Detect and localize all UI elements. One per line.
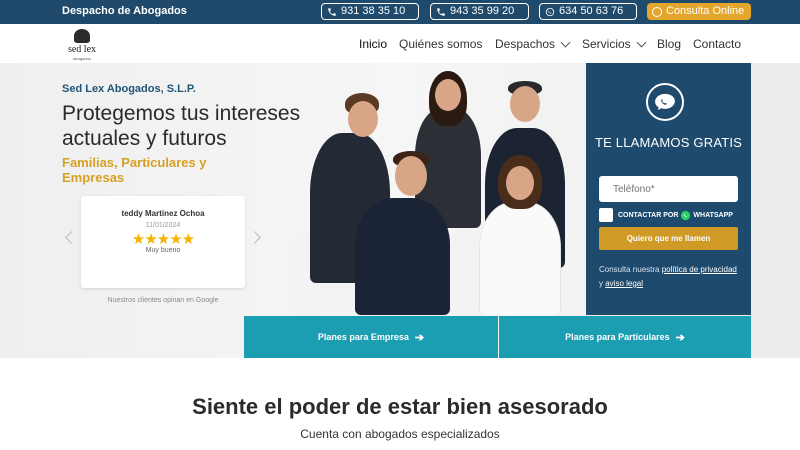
- privacy-prefix: Consulta nuestra: [599, 265, 660, 274]
- nav-item-despachos[interactable]: Despachos: [495, 37, 571, 51]
- whatsapp-link[interactable]: 634 50 63 76: [539, 3, 637, 20]
- person-head: [395, 156, 427, 196]
- phone-field[interactable]: [599, 176, 738, 202]
- review-author: teddy Martinez Ochoa: [121, 209, 205, 218]
- chat-bubble-icon: [646, 83, 684, 121]
- google-reviews-note: Nuestros clientes opinan en Google: [107, 297, 219, 304]
- phone-icon: [328, 7, 336, 16]
- plans-empresa-label: Planes para Empresa: [317, 332, 409, 342]
- person-suit: [355, 198, 450, 315]
- review-stars: ★★★★★: [131, 231, 195, 248]
- nav-item-servicios[interactable]: Servicios: [582, 37, 647, 51]
- plans-empresa-button[interactable]: Planes para Empresa ➔: [244, 316, 498, 358]
- nav-item-label: Inicio: [359, 37, 388, 51]
- person-head: [510, 86, 540, 122]
- consulta-online-label: Consulta Online: [666, 5, 745, 17]
- review-rating-text: Muy bueno: [145, 247, 181, 254]
- nav-item-inicio[interactable]: Inicio: [359, 37, 387, 51]
- nav-item-label: Blog: [657, 37, 682, 51]
- person-head: [348, 101, 378, 137]
- logo-sub: abogados: [73, 56, 91, 61]
- section-subtitle: Cuenta con abogados especializados: [300, 427, 500, 441]
- privacy-note: Consulta nuestra política de privacidad …: [599, 263, 739, 291]
- firm-name: Sed Lex Abogados, S.L.P.: [62, 83, 196, 95]
- whatsapp-label-prefix: CONTACTAR POR: [618, 211, 679, 219]
- site-logo[interactable]: sed lex abogados: [62, 29, 102, 61]
- nav-item-label: Servicios: [582, 37, 631, 51]
- arrow-right-icon: ➔: [414, 331, 425, 344]
- top-bar: Despacho de Abogados 931 38 35 10 943 35…: [0, 0, 800, 24]
- chevron-down-icon: [560, 37, 571, 47]
- nav-item-label: Despachos: [495, 37, 556, 51]
- phone-icon: [437, 7, 445, 16]
- person-head: [435, 79, 461, 111]
- phone-link-2[interactable]: 943 35 99 20: [430, 3, 529, 20]
- plans-particulares-button[interactable]: Planes para Particulares ➔: [499, 316, 751, 358]
- nav-item-quienes-somos[interactable]: Quiénes somos: [399, 37, 482, 51]
- nav-item-contacto[interactable]: Contacto: [693, 37, 741, 51]
- whatsapp-checkbox[interactable]: [599, 208, 613, 222]
- chevron-down-icon: [636, 37, 647, 47]
- section-title: Siente el poder de estar bien asesorado: [192, 394, 608, 419]
- phone-link-1[interactable]: 931 38 35 10: [321, 3, 419, 20]
- legal-notice-link[interactable]: aviso legal: [605, 279, 643, 288]
- nav-item-label: Quiénes somos: [399, 37, 483, 51]
- arrow-right-icon: ➔: [675, 331, 685, 344]
- hero-tagline: Familias, Particulares y Empresas: [62, 155, 207, 185]
- team-photo: [290, 63, 586, 315]
- person-blouse: [480, 203, 560, 315]
- callback-title: TE LLAMAMOS GRATIS: [594, 135, 743, 150]
- whatsapp-icon: [681, 210, 691, 220]
- tree-logo-icon: [74, 29, 90, 43]
- callback-panel: TE LLAMAMOS GRATIS CONTACTAR POR WHATSAP…: [586, 63, 751, 315]
- plans-particulares-label: Planes para Particulares: [565, 332, 670, 342]
- whatsapp-icon: [545, 7, 555, 16]
- whatsapp-number: 634 50 63 76: [559, 5, 624, 17]
- person-head: [506, 166, 534, 200]
- whatsapp-label: WHATSAPP: [693, 211, 733, 219]
- logo-name: sed lex: [67, 44, 97, 55]
- consulta-online-button[interactable]: Consulta Online: [647, 3, 751, 20]
- request-call-button[interactable]: Quiero que me llamen: [599, 227, 738, 250]
- top-bar-brand: Despacho de Abogados: [62, 5, 187, 17]
- nav-item-blog[interactable]: Blog: [657, 37, 681, 51]
- review-date: 11/01/2024: [145, 222, 181, 229]
- whatsapp-option-label: CONTACTAR POR WHATSAPP: [618, 210, 733, 221]
- nav-item-label: Contacto: [693, 37, 742, 51]
- review-card: teddy Martinez Ochoa 11/01/2024 ★★★★★ Mu…: [81, 196, 245, 288]
- phone-number: 931 38 35 10: [341, 5, 406, 17]
- main-nav: sed lex abogados Inicio Quiénes somos De…: [0, 24, 800, 63]
- phone-number: 943 35 99 20: [450, 5, 515, 17]
- chat-icon: [652, 6, 662, 17]
- privacy-and: y: [599, 279, 603, 288]
- whatsapp-option: CONTACTAR POR WHATSAPP: [599, 207, 749, 223]
- privacy-policy-link[interactable]: política de privacidad: [662, 265, 737, 274]
